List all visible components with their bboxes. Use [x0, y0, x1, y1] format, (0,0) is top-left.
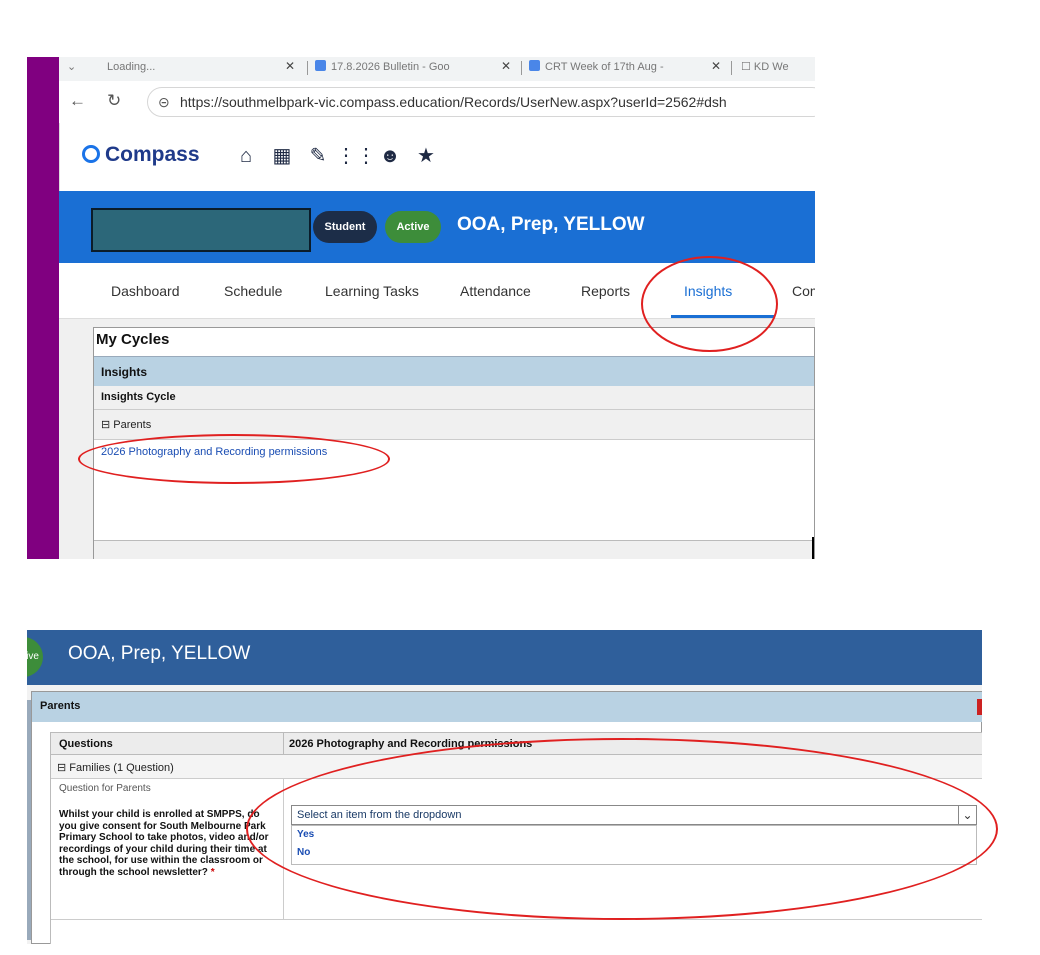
redacted-student-name: [91, 208, 311, 252]
question-label: Question for Parents: [59, 783, 151, 794]
close-tab-icon[interactable]: ✕: [285, 59, 295, 73]
compass-nav-bar: Compass ⌂ ▦ ✎ ⋮⋮ ☻ ★: [59, 123, 815, 191]
close-dialog-icon[interactable]: [977, 699, 982, 715]
calendar-icon[interactable]: ▦: [264, 143, 300, 168]
browser-tab-bar: ⌄ Loading... ✕ 17.8.2026 Bulletin - Goo …: [59, 57, 815, 81]
compass-logo-text: Compass: [105, 143, 200, 166]
active-badge: Active: [385, 211, 441, 243]
active-badge-fragment: ive: [27, 637, 43, 677]
loading-tab-label: Loading...: [107, 61, 156, 73]
tab-dropdown-icon[interactable]: ⌄: [67, 59, 76, 79]
pencil-icon[interactable]: ✎: [300, 143, 336, 168]
tab-reports[interactable]: Reports: [581, 283, 630, 299]
bulletin-tab-label: 17.8.2026 Bulletin - Goo: [331, 61, 450, 73]
close-tab-icon[interactable]: ✕: [501, 59, 511, 73]
compass-logo-icon: [82, 145, 100, 163]
text-cursor: [812, 537, 814, 559]
column-divider: [283, 733, 284, 755]
dialog-title: Parents: [32, 692, 982, 722]
purple-sidebar-edge: [27, 57, 59, 559]
url-text: https://southmelbpark-vic.compass.educat…: [180, 94, 727, 110]
insights-header: Insights: [94, 356, 814, 386]
my-cycles-title: My Cycles: [96, 331, 170, 348]
reload-icon[interactable]: ↻: [107, 91, 121, 111]
star-icon[interactable]: ★: [408, 143, 444, 168]
close-tab-icon[interactable]: ✕: [711, 59, 721, 73]
tab-separator: [731, 61, 732, 75]
docs-icon: [529, 60, 540, 71]
tab-attendance[interactable]: Attendance: [460, 283, 531, 299]
tab-communication[interactable]: Com: [792, 283, 815, 299]
tab-separator: [521, 61, 522, 75]
url-field[interactable]: ⊝ https://southmelbpark-vic.compass.educ…: [147, 87, 815, 117]
consent-question-text: Whilst your child is enrolled at SMPPS, …: [59, 809, 269, 878]
questions-column-header: Questions: [59, 738, 113, 750]
tab-learning-tasks[interactable]: Learning Tasks: [325, 283, 419, 299]
crt-tab-label: CRT Week of 17th Aug -: [545, 61, 664, 73]
browser-tab-bulletin[interactable]: 17.8.2026 Bulletin - Goo: [315, 59, 450, 79]
profile-header: Student Active OOA, Prep, YELLOW: [59, 191, 815, 263]
people-icon[interactable]: ☻: [372, 145, 408, 168]
tab-dashboard[interactable]: Dashboard: [111, 283, 180, 299]
kd-tab-label: KD We: [753, 61, 789, 73]
insights-cycle-column[interactable]: Insights Cycle: [94, 386, 814, 410]
survey-profile-header: ive OOA, Prep, YELLOW: [27, 630, 982, 685]
row-separator: [51, 919, 982, 920]
families-group-label: Families (1 Question): [69, 762, 174, 774]
site-info-icon[interactable]: ⊝: [158, 94, 170, 111]
dropdown-annotation: [246, 738, 998, 920]
class-name: OOA, Prep, YELLOW: [457, 214, 645, 235]
compass-nav-icons: ⌂ ▦ ✎ ⋮⋮ ☻ ★: [228, 143, 444, 168]
grid-footer: [94, 540, 814, 559]
tab-separator: [307, 61, 308, 75]
browser-tab-crt[interactable]: CRT Week of 17th Aug -: [529, 59, 664, 79]
browser-tab-kd[interactable]: ☐ KD We: [741, 59, 789, 79]
browser-tab-loading[interactable]: Loading...: [107, 59, 155, 79]
required-mark: *: [210, 866, 215, 878]
student-badge: Student: [313, 211, 377, 243]
grid-icon[interactable]: ⋮⋮: [336, 143, 376, 168]
address-bar: ← ↻ ⊝ https://southmelbpark-vic.compass.…: [59, 81, 815, 123]
docs-icon: [315, 60, 326, 71]
consent-question: Whilst your child is enrolled at SMPPS, …: [59, 809, 269, 879]
survey-class-name: OOA, Prep, YELLOW: [68, 643, 251, 664]
permissions-link-annotation: [78, 434, 390, 484]
parents-group-label: Parents: [113, 419, 152, 431]
back-arrow-icon[interactable]: ←: [69, 91, 86, 111]
home-icon[interactable]: ⌂: [228, 145, 264, 168]
compass-logo[interactable]: Compass: [82, 143, 200, 167]
insights-tab-annotation: [641, 256, 778, 352]
tab-schedule[interactable]: Schedule: [224, 283, 282, 299]
